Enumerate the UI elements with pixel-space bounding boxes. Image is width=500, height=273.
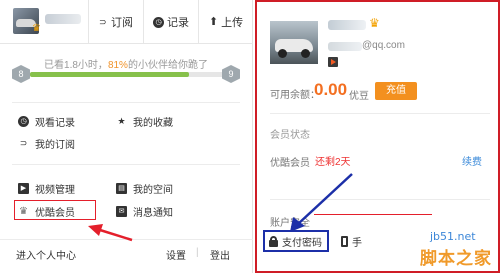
progress-text-after: 的小伙伴给你跪了: [127, 60, 208, 71]
security-underline: [314, 214, 432, 215]
tab-upload[interactable]: ⬆ 上传: [198, 0, 253, 44]
renew-link[interactable]: 续费: [462, 153, 482, 168]
progress-text-before: 已看1.8小时，: [44, 60, 108, 71]
menu-my-space-label: 我的空间: [133, 184, 173, 196]
menu-notifications-label: 消息通知: [133, 207, 173, 219]
balance-label: 可用余额：: [270, 90, 320, 101]
user-center-link[interactable]: 进入个人中心: [16, 247, 76, 262]
member-label: 优酷会员: [270, 158, 310, 169]
footer-separator: |: [196, 247, 199, 258]
divider: [270, 113, 490, 114]
menu-favorites[interactable]: ★ 我的收藏: [116, 114, 173, 129]
menu-my-space[interactable]: ▤ 我的空间: [116, 181, 173, 196]
rss-icon: ⊃: [99, 16, 107, 27]
phone-label: 手: [352, 238, 362, 249]
menu-subscriptions[interactable]: ⊃ 我的订阅: [18, 136, 75, 151]
user-menu-panel: ♛ ⊃ 订阅 ◷ 记录 ⬆ 上传 已看1.8小时，81%的小伙伴给你跪了 8 9…: [0, 0, 253, 273]
avatar-large[interactable]: [270, 21, 318, 64]
balance-value: 0.00: [314, 80, 348, 99]
divider: [12, 164, 240, 165]
progress-text: 已看1.8小时，81%的小伙伴给你跪了: [12, 56, 240, 71]
menu-watch-history-label: 观看记录: [35, 117, 75, 129]
clock-icon: ◷: [18, 115, 29, 127]
message-icon: ✉: [116, 205, 127, 217]
watermark-site-name: 脚本之家: [420, 249, 492, 269]
menu-notifications[interactable]: ✉ 消息通知: [116, 204, 173, 219]
recharge-button[interactable]: 充值: [375, 82, 417, 100]
progress-bar-track: [30, 72, 224, 77]
account-security-label: 账户安全: [270, 218, 310, 229]
tab-subscribe-label: 订阅: [111, 17, 133, 29]
progress-bar-fill: [30, 72, 190, 77]
divider: [270, 199, 490, 200]
pay-password-button[interactable]: 支付密码: [263, 230, 329, 252]
space-icon: ▤: [116, 182, 127, 194]
menu-video-manage[interactable]: ▶ 视频管理: [18, 181, 75, 196]
video-icon: ▶: [18, 182, 29, 194]
user-header: ♛ ⊃ 订阅 ◷ 记录 ⬆ 上传: [0, 0, 253, 44]
upload-icon: ⬆: [208, 15, 219, 28]
settings-link[interactable]: 设置: [166, 247, 186, 262]
tab-upload-label: 上传: [221, 17, 244, 29]
menu-favorites-label: 我的收藏: [133, 117, 173, 129]
tab-subscribe[interactable]: ⊃ 订阅: [88, 0, 143, 44]
username-blurred: [328, 20, 366, 30]
watermark-domain: jb51.net: [430, 230, 476, 243]
phone-binding-item[interactable]: 手: [341, 234, 362, 249]
menu-subscriptions-label: 我的订阅: [35, 139, 75, 151]
rss-icon: ⊃: [19, 137, 28, 148]
progress-percent: 81%: [107, 60, 128, 71]
balance-unit: 优豆: [349, 91, 369, 102]
username-blurred: [45, 14, 81, 24]
phone-icon: [341, 236, 348, 247]
lock-icon: [269, 235, 278, 247]
tab-history-label: 记录: [167, 17, 189, 29]
vip-crown-icon: ♛: [369, 16, 380, 30]
email-blurred: [328, 42, 362, 51]
header-tabs: ⊃ 订阅 ◷ 记录 ⬆ 上传: [88, 0, 253, 44]
watch-progress: 已看1.8小时，81%的小伙伴给你跪了 8 9: [12, 52, 240, 92]
vip-highlight-box: [14, 200, 96, 220]
member-remaining-days: 还剩2天: [315, 157, 351, 168]
clock-icon: ◷: [153, 16, 164, 28]
vip-crown-icon: ♛: [32, 23, 41, 34]
menu-watch-history[interactable]: ◷ 观看记录: [18, 114, 75, 129]
tab-history[interactable]: ◷ 记录: [143, 0, 198, 44]
star-icon: ★: [117, 115, 126, 126]
email-suffix: @qq.com: [362, 40, 405, 51]
member-status-title: 会员状态: [270, 130, 310, 141]
menu-video-manage-label: 视频管理: [35, 184, 75, 196]
logout-link[interactable]: 登出: [210, 247, 230, 262]
pay-password-label: 支付密码: [282, 237, 322, 249]
video-badge-icon: [328, 57, 338, 67]
divider: [12, 102, 240, 103]
